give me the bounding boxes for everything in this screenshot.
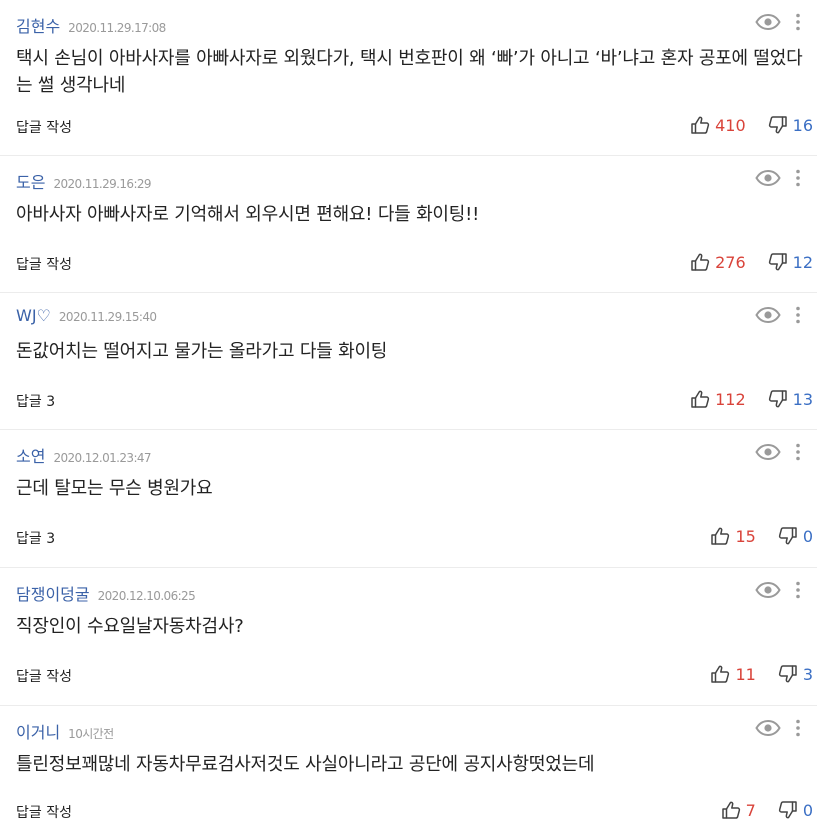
thumbs-up-icon — [690, 115, 710, 135]
comment-header: 담쟁이덩굴 2020.12.10.06:25 — [16, 581, 196, 605]
thumbs-up-icon — [710, 526, 730, 546]
dislike-count: 0 — [802, 526, 813, 546]
comment-header: 도은 2020.11.29.16:29 — [16, 169, 152, 193]
comment-text: 돈값어치는 떨어지고 물가는 올라가고 다들 화이팅 — [16, 341, 388, 362]
thumbs-down-icon — [778, 664, 798, 684]
eye-icon[interactable] — [755, 169, 781, 187]
more-vertical-icon[interactable] — [791, 12, 805, 32]
comment-author[interactable]: WJ♡ — [16, 306, 51, 325]
more-vertical-icon[interactable] — [791, 580, 805, 600]
dislike-count: 0 — [802, 800, 813, 820]
comment-date: 2020.11.29.16:29 — [53, 177, 151, 191]
comment-date: 2020.11.29.17:08 — [68, 21, 166, 35]
comment-item: WJ♡ 2020.11.29.15:40 돈값어치는 떨어지고 물가는 올라가고… — [0, 293, 817, 430]
comment-item: 이거니 10시간전 틀린정보꽤많네 자동차무료검사저것도 사실아니라고 공단에 … — [0, 706, 817, 826]
more-vertical-icon[interactable] — [791, 305, 805, 325]
comment-author[interactable]: 김현수 — [16, 13, 60, 37]
comment-author[interactable]: 담쟁이덩굴 — [16, 581, 90, 605]
vote-group: 11 3 — [710, 664, 813, 684]
more-vertical-icon[interactable] — [791, 442, 805, 462]
like-count: 276 — [715, 252, 746, 272]
thumbs-up-icon — [690, 252, 710, 272]
reply-button[interactable]: 답글 작성 — [16, 117, 72, 137]
reply-button[interactable]: 답글 작성 — [16, 666, 72, 686]
like-count: 7 — [745, 800, 756, 820]
more-vertical-icon[interactable] — [791, 168, 805, 188]
eye-icon[interactable] — [755, 443, 781, 461]
thumbs-down-icon — [768, 389, 788, 409]
reply-button[interactable]: 답글 작성 — [16, 802, 72, 822]
comment-date: 2020.11.29.15:40 — [58, 310, 157, 324]
comment-item: 소연 2020.12.01.23:47 근데 탈모는 무슨 병원가요 답글 3 … — [0, 430, 817, 568]
like-count: 11 — [735, 664, 756, 684]
like-button[interactable]: 276 — [690, 252, 746, 272]
comment-date: 2020.12.01.23:47 — [53, 451, 151, 465]
dislike-count: 3 — [802, 664, 813, 684]
like-count: 112 — [715, 389, 746, 409]
thumbs-up-icon — [721, 800, 741, 820]
like-count: 15 — [735, 526, 756, 546]
vote-group: 410 16 — [690, 115, 813, 135]
vote-group: 112 13 — [690, 389, 813, 409]
like-button[interactable]: 15 — [710, 526, 756, 546]
dislike-count: 16 — [792, 115, 813, 135]
dislike-button[interactable]: 12 — [768, 252, 813, 272]
like-button[interactable]: 112 — [690, 389, 746, 409]
comment-author[interactable]: 도은 — [16, 169, 45, 193]
like-count: 410 — [715, 115, 746, 135]
eye-icon[interactable] — [755, 581, 781, 599]
comment-header: 이거니 10시간전 — [16, 719, 114, 743]
comment-item: 도은 2020.11.29.16:29 아바사자 아빠사자로 기억해서 외우시면… — [0, 156, 817, 293]
eye-icon[interactable] — [755, 306, 781, 324]
comment-author[interactable]: 이거니 — [16, 719, 60, 743]
thumbs-down-icon — [778, 800, 798, 820]
thumbs-down-icon — [778, 526, 798, 546]
vote-group: 7 0 — [721, 800, 813, 820]
reply-button[interactable]: 답글 작성 — [16, 254, 72, 274]
thumbs-down-icon — [768, 115, 788, 135]
dislike-button[interactable]: 16 — [768, 115, 813, 135]
dislike-button[interactable]: 13 — [768, 389, 813, 409]
comment-text: 틀린정보꽤많네 자동차무료검사저것도 사실아니라고 공단에 공지사항떳었는데 — [16, 754, 595, 775]
comment-text: 직장인이 수요일날자동차검사? — [16, 616, 244, 637]
vote-group: 15 0 — [710, 526, 813, 546]
comment-date: 2020.12.10.06:25 — [97, 589, 196, 603]
comment-item: 김현수 2020.11.29.17:08 택시 손님이 아바사자를 아빠사자로 … — [0, 0, 817, 156]
like-button[interactable]: 7 — [721, 800, 756, 820]
dislike-button[interactable]: 0 — [778, 526, 813, 546]
dislike-count: 12 — [792, 252, 813, 272]
dislike-count: 13 — [792, 389, 813, 409]
comment-header: 소연 2020.12.01.23:47 — [16, 443, 152, 467]
reply-button[interactable]: 답글 3 — [16, 528, 55, 548]
like-button[interactable]: 410 — [690, 115, 746, 135]
comment-text: 택시 손님이 아바사자를 아빠사자로 외웠다가, 택시 번호판이 왜 ‘빠’가 … — [16, 48, 803, 96]
comment-author[interactable]: 소연 — [16, 443, 45, 467]
comment-text: 아바사자 아빠사자로 기억해서 외우시면 편해요! 다들 화이팅!! — [16, 204, 480, 225]
eye-icon[interactable] — [755, 719, 781, 737]
dislike-button[interactable]: 0 — [778, 800, 813, 820]
vote-group: 276 12 — [690, 252, 813, 272]
comment-item: 담쟁이덩굴 2020.12.10.06:25 직장인이 수요일날자동차검사? 답… — [0, 568, 817, 706]
eye-icon[interactable] — [755, 13, 781, 31]
like-button[interactable]: 11 — [710, 664, 756, 684]
reply-button[interactable]: 답글 3 — [16, 391, 55, 411]
thumbs-down-icon — [768, 252, 788, 272]
comment-date: 10시간전 — [68, 727, 114, 741]
more-vertical-icon[interactable] — [791, 718, 805, 738]
thumbs-up-icon — [710, 664, 730, 684]
dislike-button[interactable]: 3 — [778, 664, 813, 684]
comment-list: 김현수 2020.11.29.17:08 택시 손님이 아바사자를 아빠사자로 … — [0, 0, 829, 826]
thumbs-up-icon — [690, 389, 710, 409]
comment-header: 김현수 2020.11.29.17:08 — [16, 13, 166, 37]
comment-text: 근데 탈모는 무슨 병원가요 — [16, 478, 213, 499]
comment-header: WJ♡ 2020.11.29.15:40 — [16, 306, 157, 325]
